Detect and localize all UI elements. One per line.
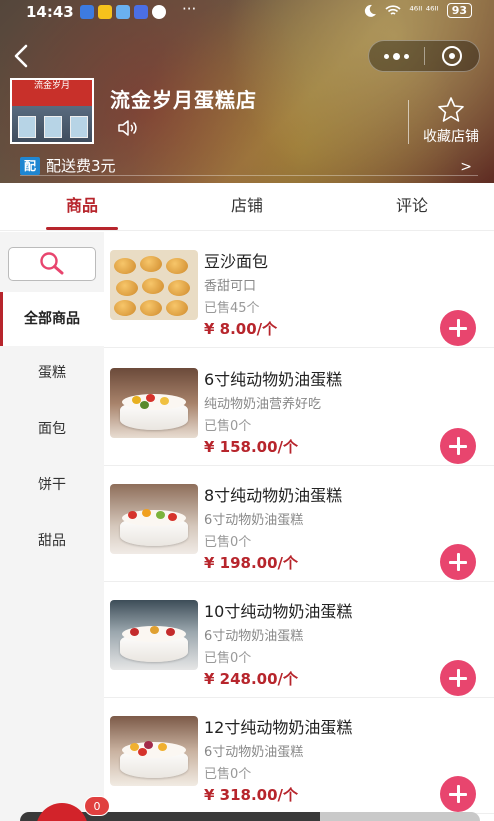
product-name: 10寸纯动物奶油蛋糕 <box>204 602 353 621</box>
target-close-icon <box>441 46 462 66</box>
favorite-store-button[interactable]: 收藏店铺 <box>414 96 488 146</box>
product-image <box>110 484 198 554</box>
more-dots-icon <box>403 53 409 59</box>
product-desc: 6寸动物奶油蛋糕 <box>204 513 304 528</box>
tab-products[interactable]: 商品 <box>0 183 164 231</box>
add-to-cart-button[interactable] <box>440 544 476 580</box>
category-label: 饼干 <box>38 477 66 493</box>
category-all[interactable]: 全部商品 <box>0 292 104 346</box>
tab-label: 店铺 <box>230 196 263 215</box>
message-notification-icon <box>116 5 130 19</box>
store-logo-sign: 流金岁月 <box>12 80 92 106</box>
wifi-icon <box>385 4 401 15</box>
signal-icon: ⁴⁶ᴵᴵ ⁴⁶ᴵᴵ <box>409 4 439 17</box>
chat-notification-icon <box>152 5 166 19</box>
status-more-icon: ··· <box>182 0 197 18</box>
category-label: 蛋糕 <box>38 365 66 381</box>
product-name: 8寸纯动物奶油蛋糕 <box>204 486 343 505</box>
tab-reviews[interactable]: 评论 <box>330 183 494 231</box>
checkout-button[interactable] <box>320 812 480 821</box>
back-button[interactable] <box>8 40 36 72</box>
category-cake[interactable]: 蛋糕 <box>0 346 104 400</box>
category-dessert[interactable]: 甜品 <box>0 514 104 568</box>
add-to-cart-button[interactable] <box>440 310 476 346</box>
speaker-icon <box>118 120 137 136</box>
more-dots-icon <box>392 52 400 60</box>
product-item[interactable]: 6寸纯动物奶油蛋糕 纯动物奶油营养好吃 已售0个 ¥ 158.00/个 <box>104 350 494 466</box>
category-sidebar: 全部商品 蛋糕 面包 饼干 甜品 <box>0 232 104 821</box>
mini-program-capsule <box>368 40 480 72</box>
product-sold: 已售0个 <box>204 651 252 666</box>
star-outline-icon <box>438 97 464 122</box>
product-item[interactable]: 8寸纯动物奶油蛋糕 6寸动物奶油蛋糕 已售0个 ¥ 198.00/个 <box>104 466 494 582</box>
search-button[interactable] <box>8 247 96 281</box>
category-label: 全部商品 <box>24 311 80 327</box>
status-bar: 14:43 ··· ⁴⁶ᴵᴵ ⁴⁶ᴵᴵ 93 <box>0 0 494 26</box>
product-name: 6寸纯动物奶油蛋糕 <box>204 370 343 389</box>
tab-label: 商品 <box>65 196 98 215</box>
add-to-cart-button[interactable] <box>440 660 476 696</box>
app-notification-icon <box>80 5 94 19</box>
tab-active-indicator <box>46 227 118 230</box>
battery-icon: 93 <box>446 3 472 18</box>
product-price: ¥ 8.00/个 <box>204 320 278 338</box>
product-name: 12寸纯动物奶油蛋糕 <box>204 718 353 737</box>
product-image <box>110 250 198 320</box>
delivery-fee: 配送费3元 <box>46 157 116 175</box>
tab-label: 评论 <box>395 196 428 215</box>
tab-store[interactable]: 店铺 <box>165 183 329 231</box>
category-biscuit[interactable]: 饼干 <box>0 458 104 512</box>
product-price: ¥ 248.00/个 <box>204 670 299 688</box>
product-item[interactable]: 12寸纯动物奶油蛋糕 6寸动物奶油蛋糕 已售0个 ¥ 318.00/个 <box>104 698 494 814</box>
product-desc: 香甜可口 <box>204 279 257 294</box>
category-bread[interactable]: 面包 <box>0 402 104 456</box>
product-item[interactable]: 10寸纯动物奶油蛋糕 6寸动物奶油蛋糕 已售0个 ¥ 248.00/个 <box>104 582 494 698</box>
chevron-right-icon: > <box>460 159 472 175</box>
product-image <box>110 368 198 438</box>
favorite-divider <box>408 100 409 144</box>
header-divider <box>20 175 478 176</box>
delivery-info[interactable]: 配配送费3元 > <box>20 155 478 177</box>
product-price: ¥ 198.00/个 <box>204 554 299 572</box>
logo-window <box>18 116 36 138</box>
product-image <box>110 716 198 786</box>
product-list: 豆沙面包 香甜可口 已售45个 ¥ 8.00/个 6寸纯动物奶油蛋糕 纯动物奶油… <box>104 232 494 821</box>
browser-notification-icon <box>134 5 148 19</box>
product-desc: 6寸动物奶油蛋糕 <box>204 745 304 760</box>
cart-count-badge: 0 <box>84 796 110 816</box>
more-button[interactable] <box>369 41 424 71</box>
notification-icons <box>80 5 166 19</box>
product-price: ¥ 158.00/个 <box>204 438 299 456</box>
add-to-cart-button[interactable] <box>440 428 476 464</box>
product-name: 豆沙面包 <box>204 252 269 271</box>
category-label: 面包 <box>38 421 66 437</box>
speaker-button[interactable] <box>116 118 140 138</box>
store-tabs: 商品 店铺 评论 <box>0 183 494 231</box>
product-sold: 已售0个 <box>204 535 252 550</box>
product-sold: 已售0个 <box>204 419 252 434</box>
search-icon <box>40 252 64 275</box>
status-time: 14:43 <box>26 3 74 21</box>
logo-window <box>70 116 88 138</box>
delivery-badge: 配 <box>20 156 40 175</box>
product-item[interactable]: 豆沙面包 香甜可口 已售45个 ¥ 8.00/个 <box>104 232 494 348</box>
moon-icon <box>365 4 377 17</box>
meituan-notification-icon <box>98 5 112 19</box>
close-button[interactable] <box>424 41 479 71</box>
product-sold: 已售0个 <box>204 767 252 782</box>
product-desc: 6寸动物奶油蛋糕 <box>204 629 304 644</box>
store-name: 流金岁月蛋糕店 <box>110 88 257 112</box>
more-dots-icon <box>383 53 389 59</box>
product-image <box>110 600 198 670</box>
category-label: 甜品 <box>38 533 66 549</box>
favorite-label: 收藏店铺 <box>423 129 479 145</box>
product-sold: 已售45个 <box>204 301 260 316</box>
status-right: ⁴⁶ᴵᴵ ⁴⁶ᴵᴵ 93 <box>363 3 472 18</box>
product-price: ¥ 318.00/个 <box>204 786 299 804</box>
chevron-left-icon <box>14 44 28 68</box>
logo-window <box>44 116 62 138</box>
add-to-cart-button[interactable] <box>440 776 476 812</box>
product-desc: 纯动物奶油营养好吃 <box>204 397 322 412</box>
store-logo: 流金岁月 <box>10 78 94 144</box>
